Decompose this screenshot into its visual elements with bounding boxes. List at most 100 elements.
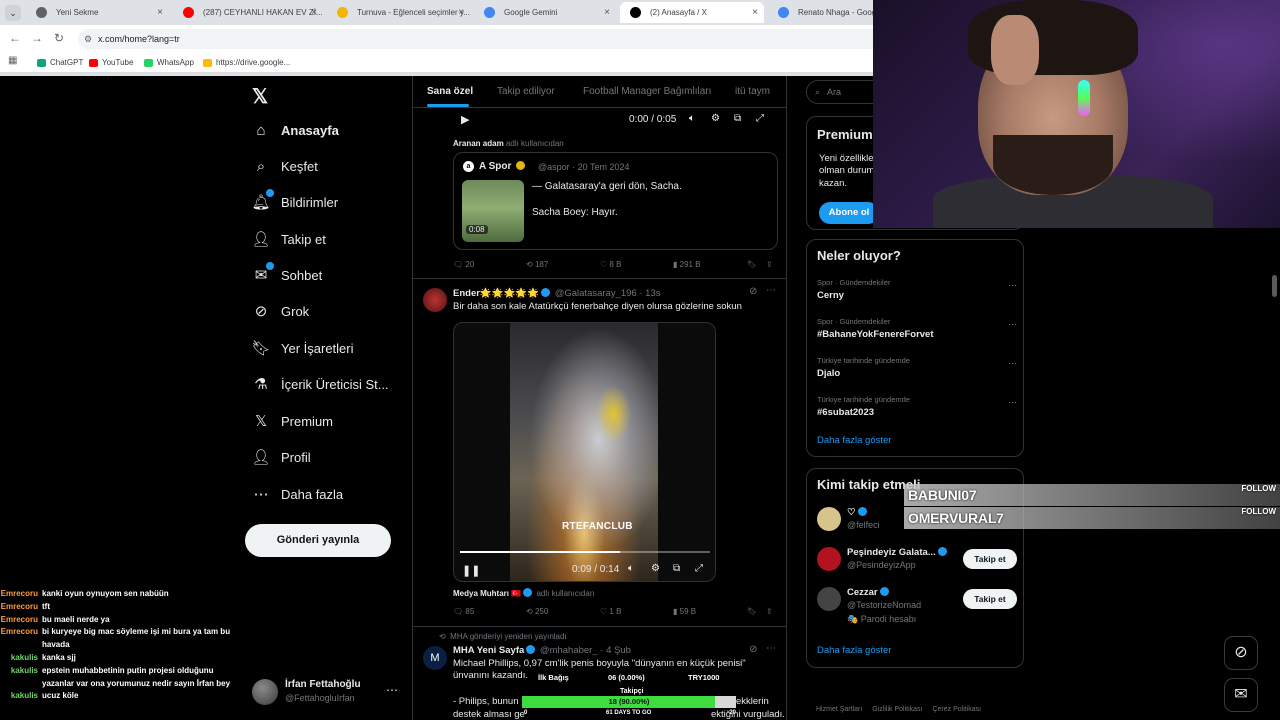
more-icon[interactable]: ⋯ — [1008, 397, 1017, 408]
video-progress[interactable] — [460, 551, 710, 553]
apps-grid-icon[interactable]: ▦ — [8, 55, 17, 66]
reload-icon[interactable]: ↻ — [54, 31, 64, 45]
bookmark-item[interactable]: https://drive.google... — [203, 56, 290, 70]
browser-tab[interactable]: (287) CEYHANLI HAKAN EV Zİ... × — [173, 2, 323, 23]
trend-item[interactable]: Türkiye tarihinde gündemde #6subat2023 ⋯ — [817, 395, 1017, 418]
grok-icon[interactable]: ⊘ — [749, 644, 757, 655]
repost-button[interactable]: ⟲ 187 — [526, 260, 548, 269]
tab-for-you[interactable]: Sana özel — [427, 86, 473, 97]
grok-floating-button[interactable]: ⊘ — [1224, 636, 1258, 670]
browser-tab[interactable]: Google Gemini × — [474, 2, 616, 23]
browser-tab[interactable]: Renato Nhaga - Google'd — [768, 2, 873, 23]
close-tab-icon[interactable]: × — [604, 2, 610, 23]
close-tab-icon[interactable]: × — [157, 2, 163, 23]
messages-floating-button[interactable]: ✉ — [1224, 678, 1258, 712]
trend-item[interactable]: Spor · Gündemdekiler #BahaneYokFenereForv… — [817, 317, 1017, 340]
trend-item[interactable]: Türkiye tarihinde gündemde Djalo ⋯ — [817, 356, 1017, 379]
scrollbar-thumb[interactable] — [1272, 275, 1277, 297]
more-icon[interactable]: ⋯ — [766, 285, 776, 296]
footer-link[interactable]: Çerez Politikası — [932, 706, 981, 713]
like-button[interactable]: ♡ 1 B — [600, 607, 621, 616]
share-icon[interactable]: ⇪ — [766, 607, 773, 616]
tab-football-manager[interactable]: Football Manager Bağımlıları — [583, 86, 711, 97]
video-player[interactable]: RTEFANCLUB ❚❚ 0:09 / 0:14 🔈︎ ⚙ ⧉ ⤢ — [453, 322, 716, 582]
settings-icon[interactable]: ⚙ — [651, 563, 660, 574]
pip-icon[interactable]: ⧉ — [673, 563, 680, 574]
close-tab-icon[interactable]: × — [458, 2, 464, 23]
video-frame[interactable] — [510, 323, 658, 581]
close-tab-icon[interactable]: × — [752, 2, 758, 23]
sidebar-item-bookmark[interactable]: 🔖︎ Yer İşaretleri — [251, 335, 353, 361]
bookmark-icon[interactable]: 🔖︎ — [747, 607, 757, 616]
bookmark-icon[interactable]: 🔖︎ — [747, 260, 757, 269]
play-icon[interactable]: ▶ — [461, 113, 469, 126]
more-icon[interactable]: ⋯ — [766, 643, 776, 654]
sidebar-item-person-plus[interactable]: 👤︎ Takip et — [251, 226, 325, 252]
close-tab-icon[interactable]: × — [311, 2, 317, 23]
pause-icon[interactable]: ❚❚ — [462, 564, 480, 577]
footer-link[interactable]: Hizmet Şartları — [816, 706, 862, 713]
follow-suggestion[interactable]: Cezzar @TestorizeNomad 🎭 Parodi hesabı Taki… — [817, 587, 1017, 624]
fullscreen-icon[interactable]: ⤢ — [756, 113, 764, 124]
subscribe-button[interactable]: Abone ol — [819, 202, 879, 224]
pip-icon[interactable]: ⧉ — [734, 113, 741, 124]
follow-button[interactable]: Takip et — [963, 589, 1017, 609]
sidebar-item-search[interactable]: ⌕ Keşfet — [252, 153, 318, 179]
views-button[interactable]: ▮ 291 B — [673, 260, 701, 269]
browser-tab[interactable]: Yeni Sekme × — [26, 2, 169, 23]
sidebar-item-mail[interactable]: ✉ Sohbet — [252, 262, 322, 288]
share-icon[interactable]: ⇪ — [766, 260, 773, 269]
show-more-follow-link[interactable]: Daha fazla göster — [817, 645, 891, 656]
trend-item[interactable]: Spor · Gündemdekiler Cerny ⋯ — [817, 278, 1017, 301]
more-icon[interactable]: ⋯ — [1008, 319, 1017, 330]
avatar[interactable] — [423, 288, 447, 312]
address-bar[interactable]: ⚙ x.com/home?lang=tr — [78, 29, 873, 49]
site-info-icon[interactable]: ⚙ — [84, 29, 92, 49]
more-icon[interactable]: ⋯ — [386, 683, 398, 697]
quote-handle: @aspor · 20 Tem 2024 — [538, 162, 630, 172]
searched-by-note: Medya Muhtarı 🇹🇷 adlı kullanıcıdan — [453, 588, 595, 598]
post-button[interactable]: Gönderi yayınla — [245, 524, 391, 557]
quoted-post[interactable]: a A Spor @aspor · 20 Tem 2024 0:08 — Gal… — [453, 152, 778, 250]
x-logo-icon[interactable]: 𝕏 — [252, 84, 268, 109]
volume-icon[interactable]: 🔈︎ — [628, 563, 634, 574]
back-icon[interactable]: ← — [9, 31, 21, 45]
like-button[interactable]: ♡ 8 B — [600, 260, 621, 269]
fullscreen-icon[interactable]: ⤢ — [695, 563, 703, 574]
grok-icon[interactable]: ⊘ — [749, 286, 757, 297]
show-more-trends-link[interactable]: Daha fazla göster — [817, 435, 891, 446]
flask-icon: ⚗ — [254, 376, 268, 393]
sidebar-item-home[interactable]: ⌂ Anasayfa — [252, 117, 338, 143]
views-button[interactable]: ▮ 59 B — [673, 607, 696, 616]
tab-search-button[interactable]: ⌄ — [5, 5, 21, 21]
browser-tab[interactable]: (2) Anasayfa / X × — [620, 2, 764, 23]
reply-button[interactable]: 🗨︎ 20 — [453, 260, 474, 269]
sidebar-item-more-circle[interactable]: ⋯ Daha fazla — [252, 481, 344, 507]
chat-username: kakulis — [10, 691, 38, 701]
reply-button[interactable]: 🗨︎ 85 — [453, 607, 474, 616]
repost-button[interactable]: ⟲ 250 — [526, 607, 548, 616]
volume-icon[interactable]: 🔈︎ — [689, 113, 695, 124]
goal-days: 61 DAYS TO GO — [606, 710, 652, 716]
sidebar-item-x-premium[interactable]: 𝕏 Premium — [252, 408, 333, 434]
follow-suggestion[interactable]: Peşindeyiz Galata... @PesindeyizApp Takip … — [817, 547, 1017, 577]
sidebar-item-profile[interactable]: 👤︎ Profil — [251, 444, 310, 470]
settings-icon[interactable]: ⚙ — [711, 113, 720, 124]
bookmark-item[interactable]: ChatGPT — [37, 56, 83, 70]
bookmark-item[interactable]: YouTube — [89, 56, 133, 70]
browser-tab[interactable]: Turnuva - Eğlenceli seçimler y... × — [327, 2, 470, 23]
tab-itu[interactable]: itü taym — [735, 86, 770, 97]
footer-link[interactable]: Gizlilik Politikası — [872, 706, 922, 713]
post-text: - Philips, bunun — [453, 696, 519, 707]
avatar[interactable]: M — [423, 646, 447, 670]
tab-following[interactable]: Takip ediliyor — [497, 86, 555, 97]
more-icon[interactable]: ⋯ — [1008, 280, 1017, 291]
sidebar-item-flask[interactable]: ⚗ İçerik Üreticisi St... — [252, 371, 388, 397]
sidebar-item-grok[interactable]: ⊘ Grok — [252, 298, 309, 324]
follow-button[interactable]: Takip et — [963, 549, 1017, 569]
bookmark-item[interactable]: WhatsApp — [144, 56, 194, 70]
sidebar-item-bell[interactable]: 🔔︎ Bildirimler — [251, 189, 338, 215]
account-switcher[interactable]: İrfan Fettahoğlu @FettahogluIrfan ⋯ — [252, 677, 402, 707]
forward-icon[interactable]: → — [31, 31, 43, 45]
more-icon[interactable]: ⋯ — [1008, 358, 1017, 369]
